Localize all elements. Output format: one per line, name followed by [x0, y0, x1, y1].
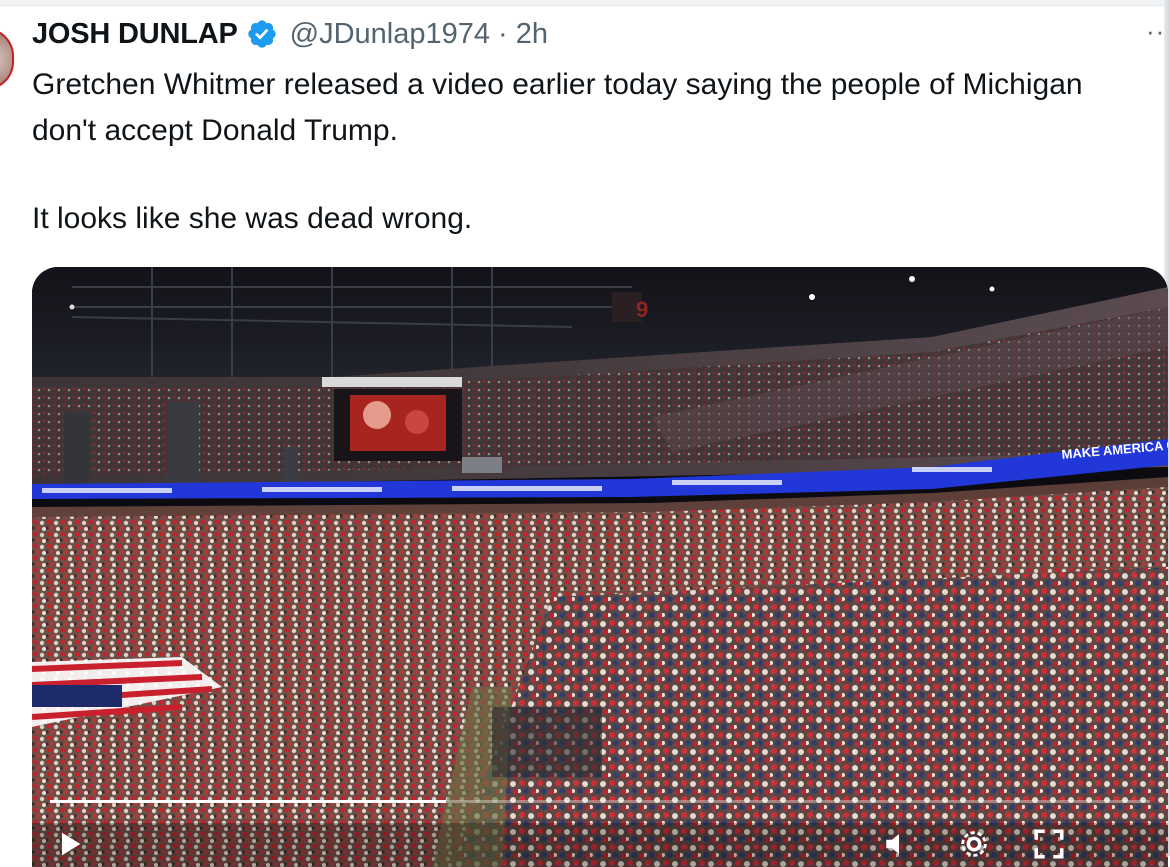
- tweet-timestamp[interactable]: 2h: [516, 18, 548, 51]
- video-progress-fill: [50, 800, 446, 803]
- header-separator: ·: [498, 17, 508, 50]
- more-options-button[interactable]: ··: [1146, 16, 1165, 47]
- verified-badge-icon[interactable]: [246, 18, 278, 50]
- avatar[interactable]: [0, 28, 14, 90]
- author-handle[interactable]: @JDunlap1974: [290, 18, 490, 51]
- window-top-edge: [0, 0, 1170, 6]
- video-controls: [32, 823, 1168, 863]
- tweet-text: Gretchen Whitmer released a video earlie…: [32, 62, 1142, 242]
- author-name[interactable]: JOSH DUNLAP: [32, 18, 238, 51]
- video-player[interactable]: 9 MAKE AMERICA GREAT AGAIN: [32, 267, 1168, 867]
- video-progress-bar[interactable]: [50, 800, 1150, 803]
- section-number: 9: [636, 297, 648, 322]
- video-frame: 9 MAKE AMERICA GREAT AGAIN: [32, 267, 1168, 867]
- tweet-paragraph: Gretchen Whitmer released a video earlie…: [32, 68, 1083, 147]
- tweet-header: JOSH DUNLAP @JDunlap1974 · 2h: [32, 14, 548, 54]
- tweet-paragraph: It looks like she was dead wrong.: [32, 202, 473, 235]
